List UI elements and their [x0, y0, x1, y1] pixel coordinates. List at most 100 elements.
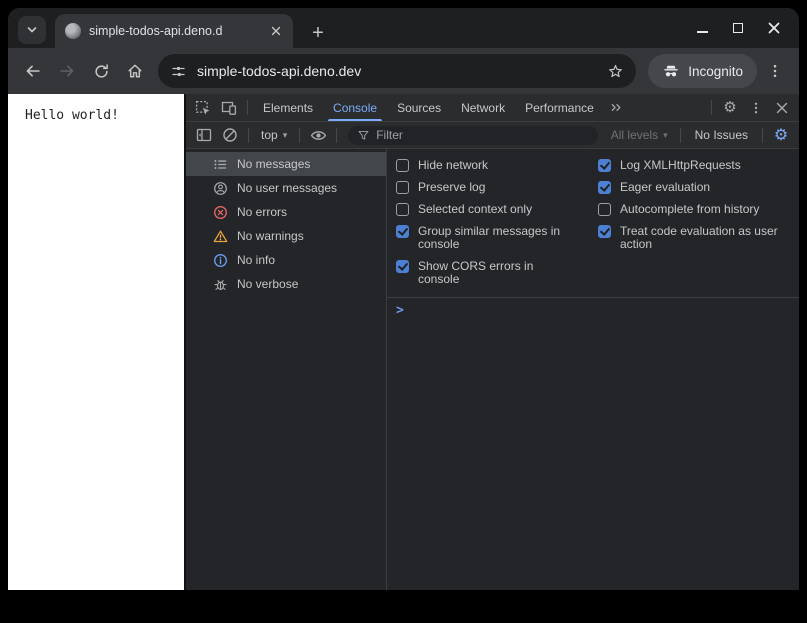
- console-sidebar: No messages No user messages No errors N…: [186, 149, 387, 590]
- tab-strip: simple-todos-api.deno.d +: [8, 8, 799, 48]
- page-viewport: Hello world!: [8, 94, 184, 590]
- error-icon: [213, 205, 228, 220]
- devtools-menu-button[interactable]: [743, 96, 769, 120]
- reload-button[interactable]: [86, 56, 116, 86]
- option-autocomplete-history[interactable]: Autocomplete from history: [598, 198, 791, 220]
- close-icon: [776, 102, 788, 113]
- address-bar[interactable]: simple-todos-api.deno.dev: [158, 54, 637, 88]
- browser-menu-button[interactable]: [761, 57, 789, 85]
- tab-search-button[interactable]: [18, 16, 46, 44]
- user-icon: [213, 181, 228, 196]
- sidebar-item-errors[interactable]: No errors: [186, 200, 386, 224]
- maximize-button[interactable]: [731, 21, 745, 35]
- console-settings-button[interactable]: ⚙: [768, 123, 794, 147]
- console-filter[interactable]: [348, 125, 598, 145]
- option-selected-context-only[interactable]: Selected context only: [396, 198, 598, 220]
- checkbox[interactable]: [396, 158, 409, 172]
- log-levels-selector[interactable]: All levels ▾: [604, 128, 675, 142]
- sidebar-item-label: No errors: [237, 205, 288, 219]
- incognito-badge: Incognito: [648, 54, 757, 88]
- sidebar-item-warnings[interactable]: No warnings: [186, 224, 386, 248]
- issues-counter[interactable]: No Issues: [686, 128, 757, 142]
- checkbox[interactable]: [396, 202, 409, 216]
- divider: [679, 127, 681, 143]
- url-text[interactable]: simple-todos-api.deno.dev: [197, 63, 597, 79]
- checkbox[interactable]: [598, 180, 611, 194]
- sidebar-item-user-messages[interactable]: No user messages: [186, 176, 386, 200]
- devtools-tabbar: Elements Console Sources Network Perform…: [186, 94, 799, 122]
- kebab-menu-icon: [773, 64, 777, 78]
- site-favicon: [65, 23, 81, 39]
- tab-sources[interactable]: Sources: [387, 94, 451, 121]
- inspect-icon: [195, 100, 210, 115]
- eye-icon: [310, 130, 326, 140]
- devtools-panel: Elements Console Sources Network Perform…: [186, 94, 799, 590]
- console-filter-input[interactable]: [376, 128, 589, 142]
- tab-console[interactable]: Console: [323, 94, 387, 121]
- option-hide-network[interactable]: Hide network: [396, 154, 598, 176]
- console-sidebar-toggle-button[interactable]: [191, 123, 217, 147]
- checkbox[interactable]: [598, 224, 611, 238]
- kebab-menu-icon: [754, 102, 758, 113]
- device-toolbar-icon: [221, 101, 237, 115]
- minimize-icon: [696, 31, 708, 33]
- sidebar-item-info[interactable]: No info: [186, 248, 386, 272]
- home-icon: [128, 64, 142, 78]
- chevron-down-icon: ▾: [282, 129, 288, 140]
- star-icon: [609, 64, 623, 77]
- live-expression-button[interactable]: [305, 123, 331, 147]
- context-selector[interactable]: top ▾: [254, 128, 294, 142]
- sidebar-item-verbose[interactable]: No verbose: [186, 272, 386, 296]
- settings-column-left: Hide network Preserve log Selected conte…: [396, 154, 598, 290]
- home-button[interactable]: [120, 56, 150, 86]
- sidebar-item-label: No user messages: [237, 181, 338, 195]
- more-tabs-button[interactable]: [604, 96, 630, 120]
- console-prompt[interactable]: >: [387, 298, 799, 322]
- close-icon: [271, 26, 281, 36]
- checkbox[interactable]: [396, 259, 409, 273]
- option-log-xhr[interactable]: Log XMLHttpRequests: [598, 154, 791, 176]
- clear-console-button[interactable]: [217, 123, 243, 147]
- list-icon: [213, 157, 228, 172]
- browser-tab[interactable]: simple-todos-api.deno.d: [55, 14, 293, 48]
- close-window-button[interactable]: [767, 21, 781, 35]
- device-toolbar-button[interactable]: [216, 96, 242, 120]
- console-body: No messages No user messages No errors N…: [186, 149, 799, 590]
- inspect-element-button[interactable]: [190, 96, 216, 120]
- page-body-text: Hello world!: [25, 108, 119, 123]
- devtools-settings-button[interactable]: ⚙: [717, 96, 743, 120]
- tab-elements[interactable]: Elements: [253, 94, 323, 121]
- checkbox[interactable]: [598, 158, 611, 172]
- divider: [248, 127, 249, 143]
- tab-title: simple-todos-api.deno.d: [89, 24, 223, 38]
- divider: [711, 100, 712, 115]
- option-preserve-log[interactable]: Preserve log: [396, 176, 598, 198]
- tab-performance[interactable]: Performance: [515, 94, 604, 121]
- chevron-down-icon: ▾: [663, 129, 668, 140]
- new-tab-button[interactable]: +: [308, 23, 328, 43]
- reload-icon: [94, 63, 108, 78]
- sidebar-item-messages[interactable]: No messages: [186, 152, 386, 176]
- site-settings-icon[interactable]: [170, 63, 187, 80]
- divider: [247, 100, 248, 115]
- tab-network[interactable]: Network: [451, 94, 515, 121]
- forward-arrow-icon: [60, 65, 74, 77]
- checkbox[interactable]: [598, 202, 611, 216]
- option-eager-evaluation[interactable]: Eager evaluation: [598, 176, 791, 198]
- bookmark-star-button[interactable]: [607, 63, 624, 80]
- warning-icon: [213, 229, 228, 244]
- checkbox[interactable]: [396, 180, 409, 194]
- checkbox[interactable]: [396, 224, 409, 238]
- divider: [762, 127, 763, 143]
- tab-close-button[interactable]: [267, 22, 285, 40]
- option-treat-evaluation-user-action[interactable]: Treat code evaluation as user action: [598, 220, 791, 255]
- minimize-button[interactable]: [695, 21, 709, 35]
- option-group-similar[interactable]: Group similar messages in console: [396, 220, 598, 255]
- sidebar-item-label: No verbose: [237, 277, 299, 291]
- back-button[interactable]: [18, 56, 48, 86]
- browser-toolbar: simple-todos-api.deno.dev Incognito: [8, 48, 799, 94]
- devtools-close-button[interactable]: [769, 96, 795, 120]
- option-show-cors-errors[interactable]: Show CORS errors in console: [396, 255, 598, 290]
- console-toolbar: top ▾ All levels ▾ No Issues: [186, 122, 799, 149]
- forward-button[interactable]: [52, 56, 82, 86]
